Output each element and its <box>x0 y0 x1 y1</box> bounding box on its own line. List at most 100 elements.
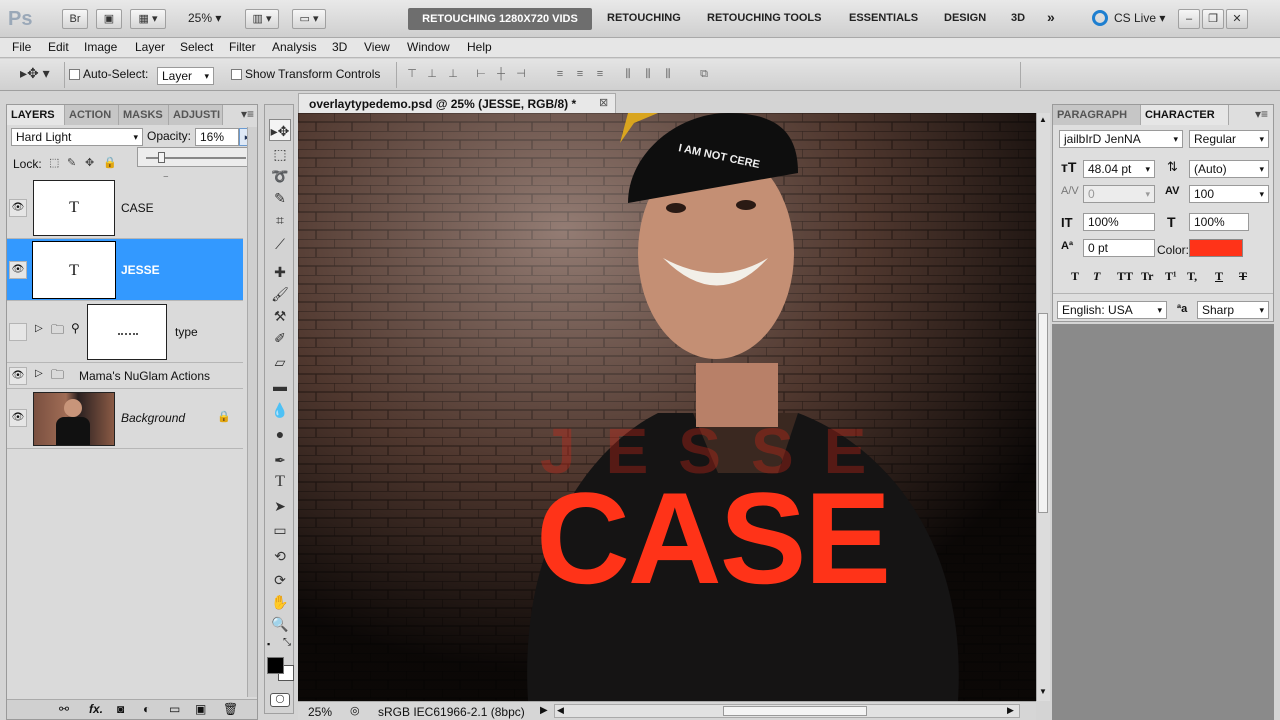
menu-select[interactable]: Select <box>180 40 213 54</box>
layer-name[interactable]: JESSE <box>121 263 160 277</box>
move-tool-preset-icon[interactable]: ▸✥ ▾ <box>20 65 50 82</box>
menu-layer[interactable]: Layer <box>135 40 165 54</box>
horizontal-scroll-thumb[interactable] <box>723 706 867 716</box>
menu-help[interactable]: Help <box>467 40 492 54</box>
tab-character[interactable]: CHARACTER <box>1141 105 1229 125</box>
auto-align-layers-icon[interactable]: ⧉ <box>697 68 711 80</box>
healing-brush-tool-icon[interactable]: ✚ <box>269 261 291 283</box>
add-mask-icon[interactable]: ◙ <box>117 702 124 716</box>
layers-scrollbar[interactable] <box>247 127 257 697</box>
shape-tool-icon[interactable]: ▭ <box>269 519 291 541</box>
path-selection-tool-icon[interactable]: ➤ <box>269 495 291 517</box>
scroll-left-arrow-icon[interactable]: ◀ <box>557 705 564 716</box>
tracking-input[interactable]: 100 ▾ <box>1189 185 1269 203</box>
font-family-dropdown[interactable]: jailbIrD JenNA ▾ <box>1059 130 1183 148</box>
expand-arrow-icon[interactable]: ▷ <box>35 323 43 334</box>
menu-analysis[interactable]: Analysis <box>272 40 317 54</box>
minimize-button[interactable]: – <box>1178 9 1200 29</box>
pen-tool-icon[interactable]: ✒ <box>269 449 291 471</box>
align-vertical-center-icon[interactable]: ⊥ <box>425 68 439 80</box>
baseline-shift-input[interactable]: 0 pt <box>1083 239 1155 257</box>
quick-selection-tool-icon[interactable]: ✎ <box>269 187 291 209</box>
faux-italic-button[interactable]: T <box>1093 269 1100 284</box>
distribute-vcenter-icon[interactable]: ≡ <box>573 68 587 80</box>
move-tool-icon[interactable]: ▸✥ <box>269 119 291 141</box>
cs-live-menu[interactable]: CS Live ▾ <box>1114 11 1165 25</box>
panel-menu-icon[interactable]: ▾≡ <box>1255 107 1268 121</box>
layer-name[interactable]: type <box>175 325 198 339</box>
default-colors-icon[interactable]: ▪ <box>267 639 270 649</box>
3d-rotate-tool-icon[interactable]: ⟲ <box>269 545 291 567</box>
more-workspaces-button[interactable]: » <box>1047 9 1055 25</box>
underline-button[interactable]: T <box>1215 269 1223 284</box>
opacity-input[interactable]: 16% <box>195 128 239 146</box>
layer-visibility-eye-icon[interactable]: 👁 <box>9 367 27 385</box>
layer-visibility-eye-icon[interactable]: 👁 <box>9 199 27 217</box>
distribute-left-icon[interactable]: ⫼ <box>621 68 635 80</box>
bridge-button[interactable]: Br <box>62 9 88 29</box>
view-extras-button[interactable]: ▦ ▾ <box>130 9 166 29</box>
tab-masks[interactable]: MASKS <box>119 105 169 125</box>
menu-image[interactable]: Image <box>84 40 117 54</box>
layer-row-case[interactable]: 👁 T CASE <box>7 177 243 239</box>
clone-stamp-tool-icon[interactable]: ⚒ <box>269 305 291 327</box>
arrange-documents-button[interactable]: ▥ ▾ <box>245 9 279 29</box>
quick-mask-icon[interactable]: ◯ <box>270 693 290 707</box>
hand-tool-icon[interactable]: ✋ <box>269 591 291 613</box>
strikethrough-button[interactable]: T <box>1239 269 1247 284</box>
new-layer-icon[interactable]: ▣ <box>195 702 206 716</box>
crop-tool-icon[interactable]: ⌗ <box>269 209 291 231</box>
layer-visibility-eye-icon[interactable]: 👁 <box>9 409 27 427</box>
font-style-dropdown[interactable]: Regular ▾ <box>1189 130 1269 148</box>
tab-paragraph[interactable]: PARAGRAPH <box>1053 105 1141 125</box>
menu-file[interactable]: File <box>12 40 31 54</box>
screen-mode-button[interactable]: ▭ ▾ <box>292 9 326 29</box>
text-layer-thumbnail[interactable]: T <box>33 180 115 236</box>
workspace-3d[interactable]: 3D <box>1011 12 1025 24</box>
vertical-scrollbar[interactable]: ▲ ▼ <box>1036 113 1050 701</box>
layer-visibility-eye-icon[interactable]: 👁 <box>9 261 27 279</box>
workspace-essentials[interactable]: ESSENTIALS <box>849 12 918 24</box>
superscript-button[interactable]: T¹ <box>1165 269 1177 284</box>
type-tool-icon[interactable]: T <box>269 471 291 493</box>
panel-menu-icon[interactable]: ▾≡ <box>241 107 254 121</box>
auto-select-checkbox[interactable] <box>69 69 80 80</box>
anti-alias-dropdown[interactable]: Sharp ▾ <box>1197 301 1269 319</box>
expand-arrow-icon[interactable]: ▷ <box>35 368 43 379</box>
close-button[interactable]: ✕ <box>1226 9 1248 29</box>
new-group-icon[interactable]: ▭ <box>169 702 180 716</box>
mask-thumbnail[interactable] <box>87 304 167 360</box>
align-bottom-icon[interactable]: ⊥ <box>446 68 460 80</box>
distribute-hcenter-icon[interactable]: ⫼ <box>641 68 655 80</box>
lock-all-icon[interactable]: 🔒 <box>103 156 117 169</box>
align-left-icon[interactable]: ⊢ <box>474 68 488 80</box>
menu-filter[interactable]: Filter <box>229 40 256 54</box>
case-text[interactable]: CASE <box>536 465 891 611</box>
small-caps-button[interactable]: Tr <box>1141 269 1153 284</box>
close-document-icon[interactable]: ⊠ <box>599 96 608 109</box>
restore-button[interactable]: ❐ <box>1202 9 1224 29</box>
document-tab-title[interactable]: overlaytypedemo.psd @ 25% (JESSE, RGB/8)… <box>309 97 576 111</box>
lock-image-icon[interactable]: ✎ <box>67 156 76 169</box>
leading-input[interactable]: (Auto) ▾ <box>1189 160 1269 178</box>
layer-group-nuglam-actions[interactable]: 👁 ▷ 🗀 Mama's NuGlam Actions <box>7 363 243 389</box>
text-layer-thumbnail[interactable]: T <box>32 241 116 299</box>
3d-orbit-tool-icon[interactable]: ⟳ <box>269 569 291 591</box>
zoom-level-dropdown[interactable]: 25% ▾ <box>188 11 221 25</box>
layer-row-jesse[interactable]: 👁 T JESSE <box>7 239 243 301</box>
marquee-tool-icon[interactable]: ⬚ <box>269 143 291 165</box>
horizontal-scrollbar[interactable]: ◀ ▶ <box>554 704 1020 718</box>
opacity-slider-thumb[interactable] <box>158 152 165 163</box>
workspace-retouching[interactable]: RETOUCHING <box>607 12 681 24</box>
status-info-icon[interactable]: ◎ <box>350 704 360 717</box>
align-top-icon[interactable]: ⊤ <box>405 68 419 80</box>
zoom-tool-icon[interactable]: 🔍 <box>269 613 291 635</box>
menu-window[interactable]: Window <box>407 40 450 54</box>
adjustment-layer-icon[interactable]: ◐ <box>143 702 150 716</box>
distribute-right-icon[interactable]: ⫼ <box>661 68 675 80</box>
blend-mode-dropdown[interactable]: Hard Light ▾ <box>11 128 143 146</box>
text-color-swatch[interactable] <box>1189 239 1243 257</box>
scroll-down-arrow-icon[interactable]: ▼ <box>1039 687 1047 696</box>
mini-bridge-button[interactable]: ▣ <box>96 9 122 29</box>
history-brush-tool-icon[interactable]: ✐ <box>269 327 291 349</box>
